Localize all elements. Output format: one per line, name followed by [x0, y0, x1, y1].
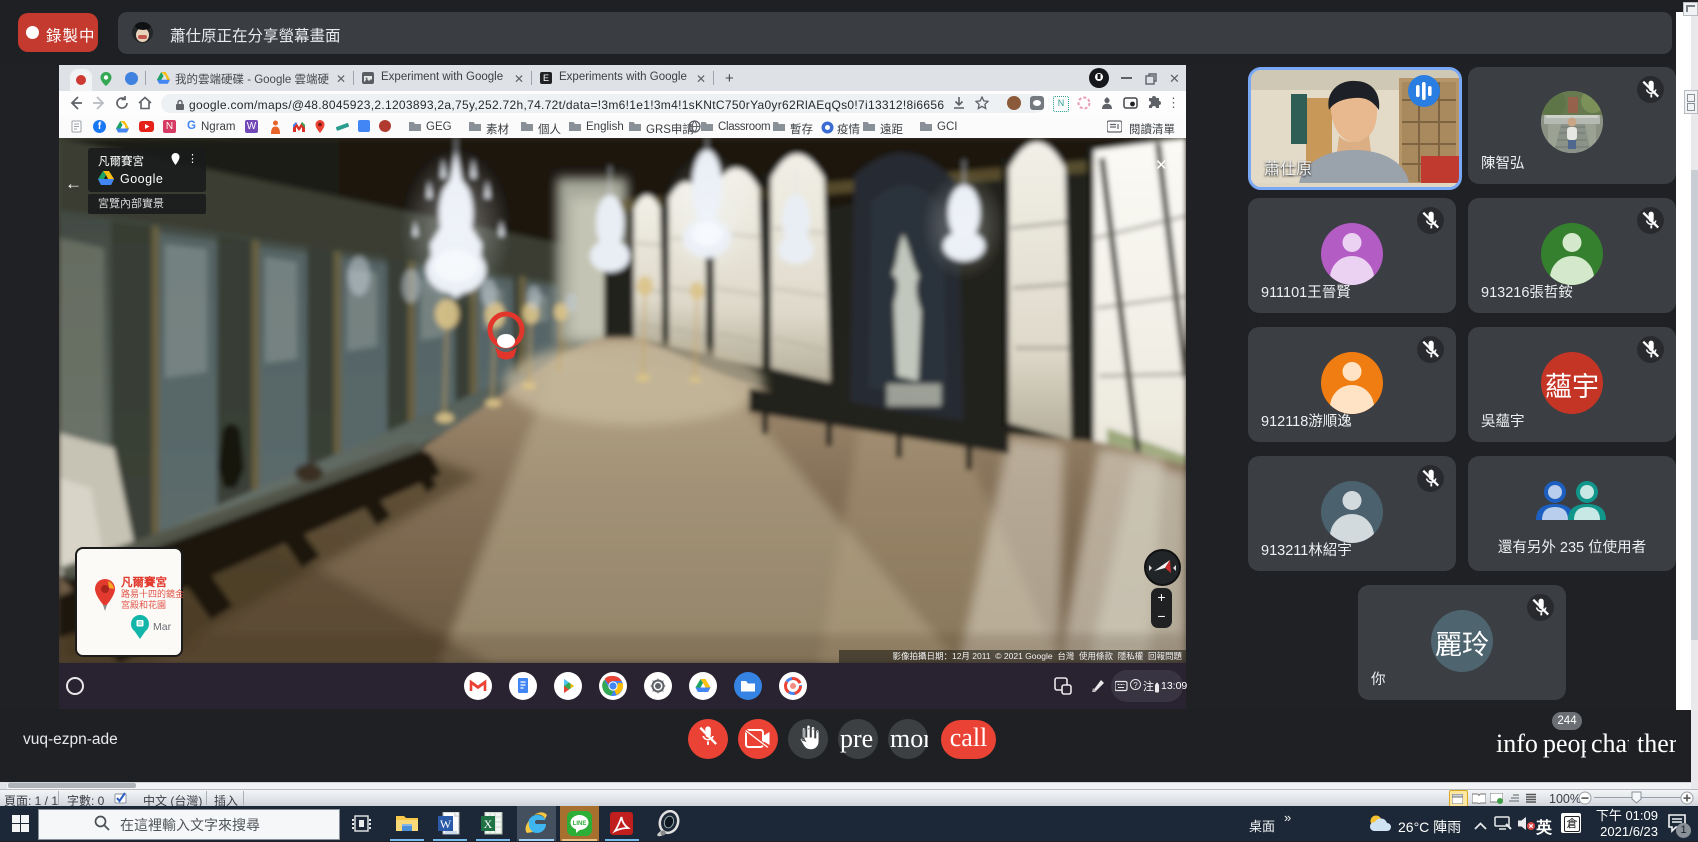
svg-text:LINE: LINE	[573, 821, 587, 827]
svg-text:X: X	[484, 817, 493, 831]
svg-text:W: W	[440, 817, 452, 831]
